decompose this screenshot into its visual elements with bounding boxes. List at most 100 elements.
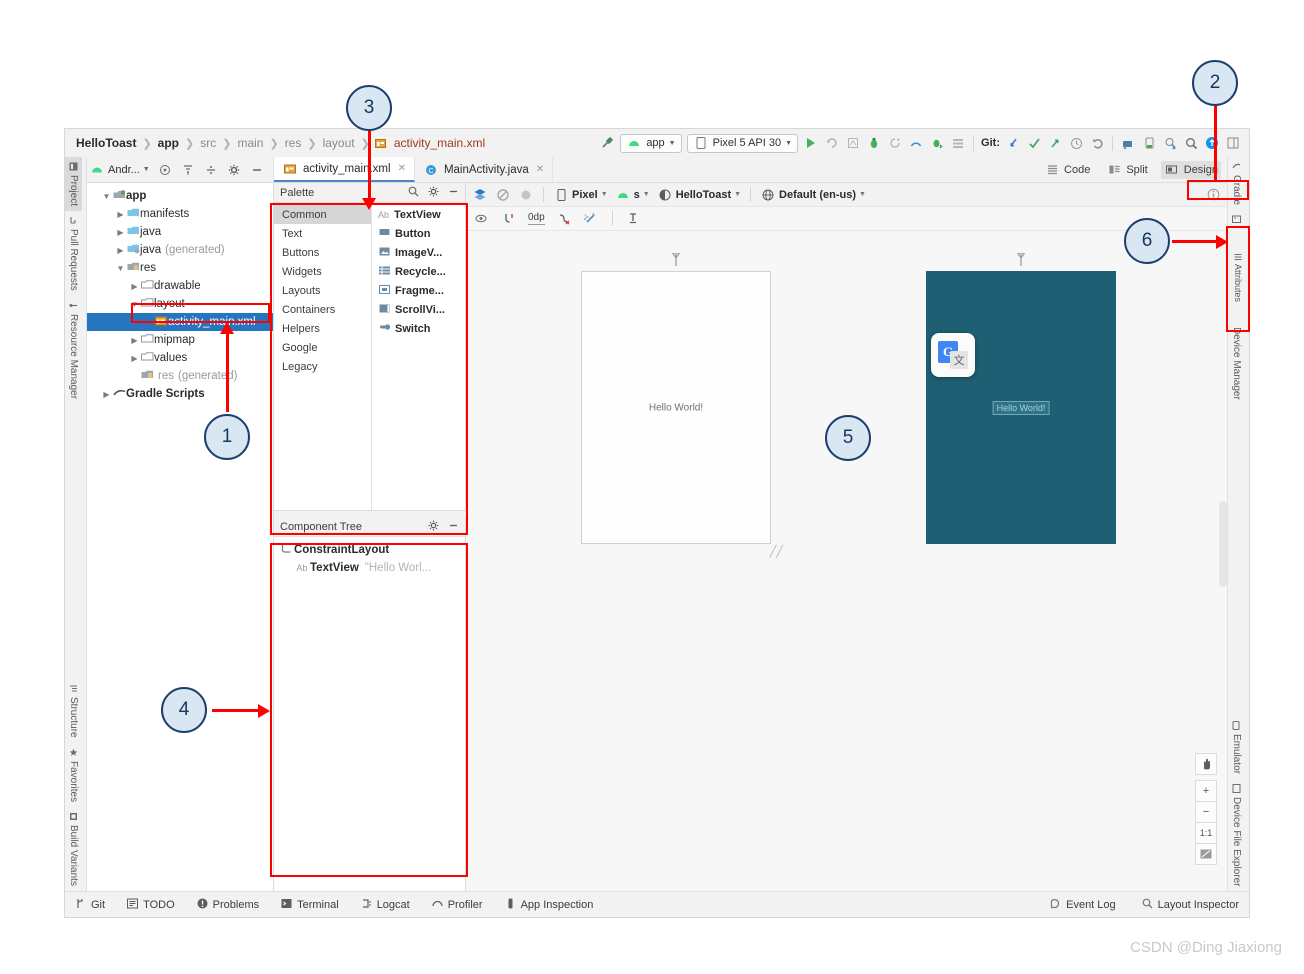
tree-node-mipmap[interactable]: ▶ mipmap [87, 331, 273, 349]
tree-node-res[interactable]: ▼ res [87, 259, 273, 277]
locale-menu[interactable]: Default (en-us) ▼ [760, 187, 866, 203]
profiler-gauge-icon[interactable] [908, 135, 924, 151]
project-view-selector[interactable]: Andr... ▼ [89, 162, 150, 178]
status-item-app-inspection[interactable]: App Inspection [505, 898, 593, 912]
gear-icon[interactable] [428, 186, 439, 200]
tree-node-res-generated[interactable]: res (generated) [87, 367, 273, 385]
tab-code[interactable]: Code [1041, 161, 1093, 179]
clear-constraints-icon[interactable] [556, 211, 572, 227]
pan-tool-button[interactable] [1195, 753, 1217, 775]
tree-node-values[interactable]: ▶ values [87, 349, 273, 367]
avd-manager-icon[interactable] [1120, 135, 1136, 151]
sdk-icon[interactable] [1141, 135, 1157, 151]
breadcrumb-layout[interactable]: layout [320, 136, 358, 150]
device-selector[interactable]: Pixel 5 API 30 ▼ [686, 133, 799, 153]
debug-icon[interactable] [866, 135, 882, 151]
chevron-down-icon[interactable]: ▼ [115, 264, 126, 273]
search-icon[interactable] [1183, 135, 1199, 151]
sidebar-item-device-file-explorer[interactable]: Device File Explorer [1228, 779, 1245, 891]
tab-main-activity-java[interactable]: C MainActivity.java ✕ [415, 157, 554, 182]
status-item-event-log[interactable]: Event Log [1050, 898, 1116, 912]
sdk-manager-icon[interactable] [950, 135, 966, 151]
breadcrumb-project[interactable]: HelloToast [73, 136, 139, 150]
status-item-terminal[interactable]: Terminal [281, 898, 339, 912]
zoom-in-button[interactable]: + [1195, 780, 1217, 802]
chevron-right-icon[interactable]: ▶ [115, 210, 126, 219]
zoom-actual-button[interactable]: 1:1 [1195, 822, 1217, 844]
tree-node-gradle-scripts[interactable]: ▶ Gradle Scripts [87, 385, 273, 403]
status-item-logcat[interactable]: Logcat [361, 898, 410, 912]
status-item-layout-inspector[interactable]: Layout Inspector [1142, 898, 1239, 912]
breadcrumb-main[interactable]: main [234, 136, 266, 150]
tab-split[interactable]: Split [1103, 161, 1150, 179]
close-icon[interactable]: ✕ [398, 163, 406, 174]
status-item-profiler[interactable]: Profiler [432, 898, 483, 912]
tree-node-java[interactable]: ▶ java [87, 223, 273, 241]
layout-toggle-icon[interactable] [1225, 135, 1241, 151]
project-tree-panel[interactable]: ▼ app ▶ manifests ▶ java ▶ java (generat… [87, 183, 274, 891]
status-item-problems[interactable]: Problems [197, 898, 259, 912]
canvas-scroll-indicator[interactable] [1219, 501, 1227, 587]
status-item-todo[interactable]: TODO [127, 898, 175, 912]
undo-icon[interactable] [1089, 135, 1105, 151]
chevron-right-icon[interactable]: ▶ [129, 282, 140, 291]
build-hammer-icon[interactable] [599, 135, 615, 151]
search-everywhere-icon[interactable] [1162, 135, 1178, 151]
attach-debugger-icon[interactable] [929, 135, 945, 151]
settings-gear-icon[interactable] [226, 162, 242, 178]
autoconnect-icon[interactable] [501, 211, 517, 227]
git-push-icon[interactable] [1047, 135, 1063, 151]
target-icon[interactable] [157, 162, 173, 178]
design-surface-icon[interactable] [472, 187, 488, 203]
minimize-icon[interactable] [448, 186, 459, 200]
profile-icon[interactable] [887, 135, 903, 151]
breadcrumb-app[interactable]: app [155, 136, 182, 150]
notifications-icon[interactable] [1204, 135, 1220, 151]
device-menu[interactable]: Pixel ▼ [553, 187, 608, 203]
split-icon[interactable] [203, 162, 219, 178]
chevron-down-icon[interactable]: ▼ [101, 192, 112, 201]
zoom-out-button[interactable]: − [1195, 801, 1217, 823]
tree-node-app[interactable]: ▼ app [87, 187, 273, 205]
baseline-align-icon[interactable] [626, 211, 642, 227]
view-options-icon[interactable] [474, 211, 490, 227]
theme-menu[interactable]: HelloToast ▼ [657, 187, 741, 203]
tab-design[interactable]: Design [1160, 160, 1221, 179]
chevron-right-icon[interactable]: ▶ [115, 228, 126, 237]
minimize-icon[interactable] [249, 162, 265, 178]
api-menu[interactable]: s ▼ [615, 187, 650, 203]
apply-changes-icon[interactable] [824, 135, 840, 151]
tree-node-manifests[interactable]: ▶ manifests [87, 205, 273, 223]
apply-code-changes-icon[interactable] [845, 135, 861, 151]
status-item-git[interactable]: Git [75, 898, 105, 912]
git-commit-icon[interactable] [1026, 135, 1042, 151]
sidebar-item-resource-manager[interactable]: Resource Manager [65, 296, 82, 404]
chevron-right-icon[interactable]: ▶ [129, 336, 140, 345]
chevron-right-icon[interactable]: ▶ [115, 246, 126, 255]
sidebar-item-structure[interactable]: Structure [65, 679, 82, 743]
run-configuration-selector[interactable]: app ▼ [620, 133, 682, 153]
blueprint-icon[interactable] [495, 187, 511, 203]
chevron-right-icon[interactable]: ▶ [101, 390, 112, 399]
default-margin-control[interactable]: 0dp [528, 212, 545, 225]
breadcrumb-file[interactable]: activity_main.xml [391, 136, 488, 150]
both-modes-icon[interactable] [518, 187, 534, 203]
sidebar-item-favorites[interactable]: Favorites [65, 743, 82, 807]
sidebar-item-build-variants[interactable]: Build Variants [65, 807, 82, 891]
breadcrumb-res[interactable]: res [282, 136, 305, 150]
run-button[interactable] [803, 135, 819, 151]
search-icon[interactable] [408, 186, 419, 200]
device-preview-design[interactable]: Hello World! ╱╱ [581, 252, 783, 558]
tree-node-java-generated[interactable]: ▶ java (generated) [87, 241, 273, 259]
sidebar-item-pull-requests[interactable]: Pull Requests [65, 211, 82, 296]
zoom-fit-button[interactable] [1195, 843, 1217, 865]
git-history-icon[interactable] [1068, 135, 1084, 151]
sidebar-item-emulator[interactable]: Emulator [1228, 716, 1245, 779]
close-icon[interactable]: ✕ [536, 164, 544, 175]
resize-grip-icon[interactable]: ╱╱ [770, 545, 783, 558]
tab-activity-main-xml[interactable]: activity_main.xml ✕ [274, 157, 415, 182]
git-update-icon[interactable] [1005, 135, 1021, 151]
breadcrumb-src[interactable]: src [197, 136, 219, 150]
tree-node-drawable[interactable]: ▶ drawable [87, 277, 273, 295]
collapse-all-icon[interactable] [180, 162, 196, 178]
